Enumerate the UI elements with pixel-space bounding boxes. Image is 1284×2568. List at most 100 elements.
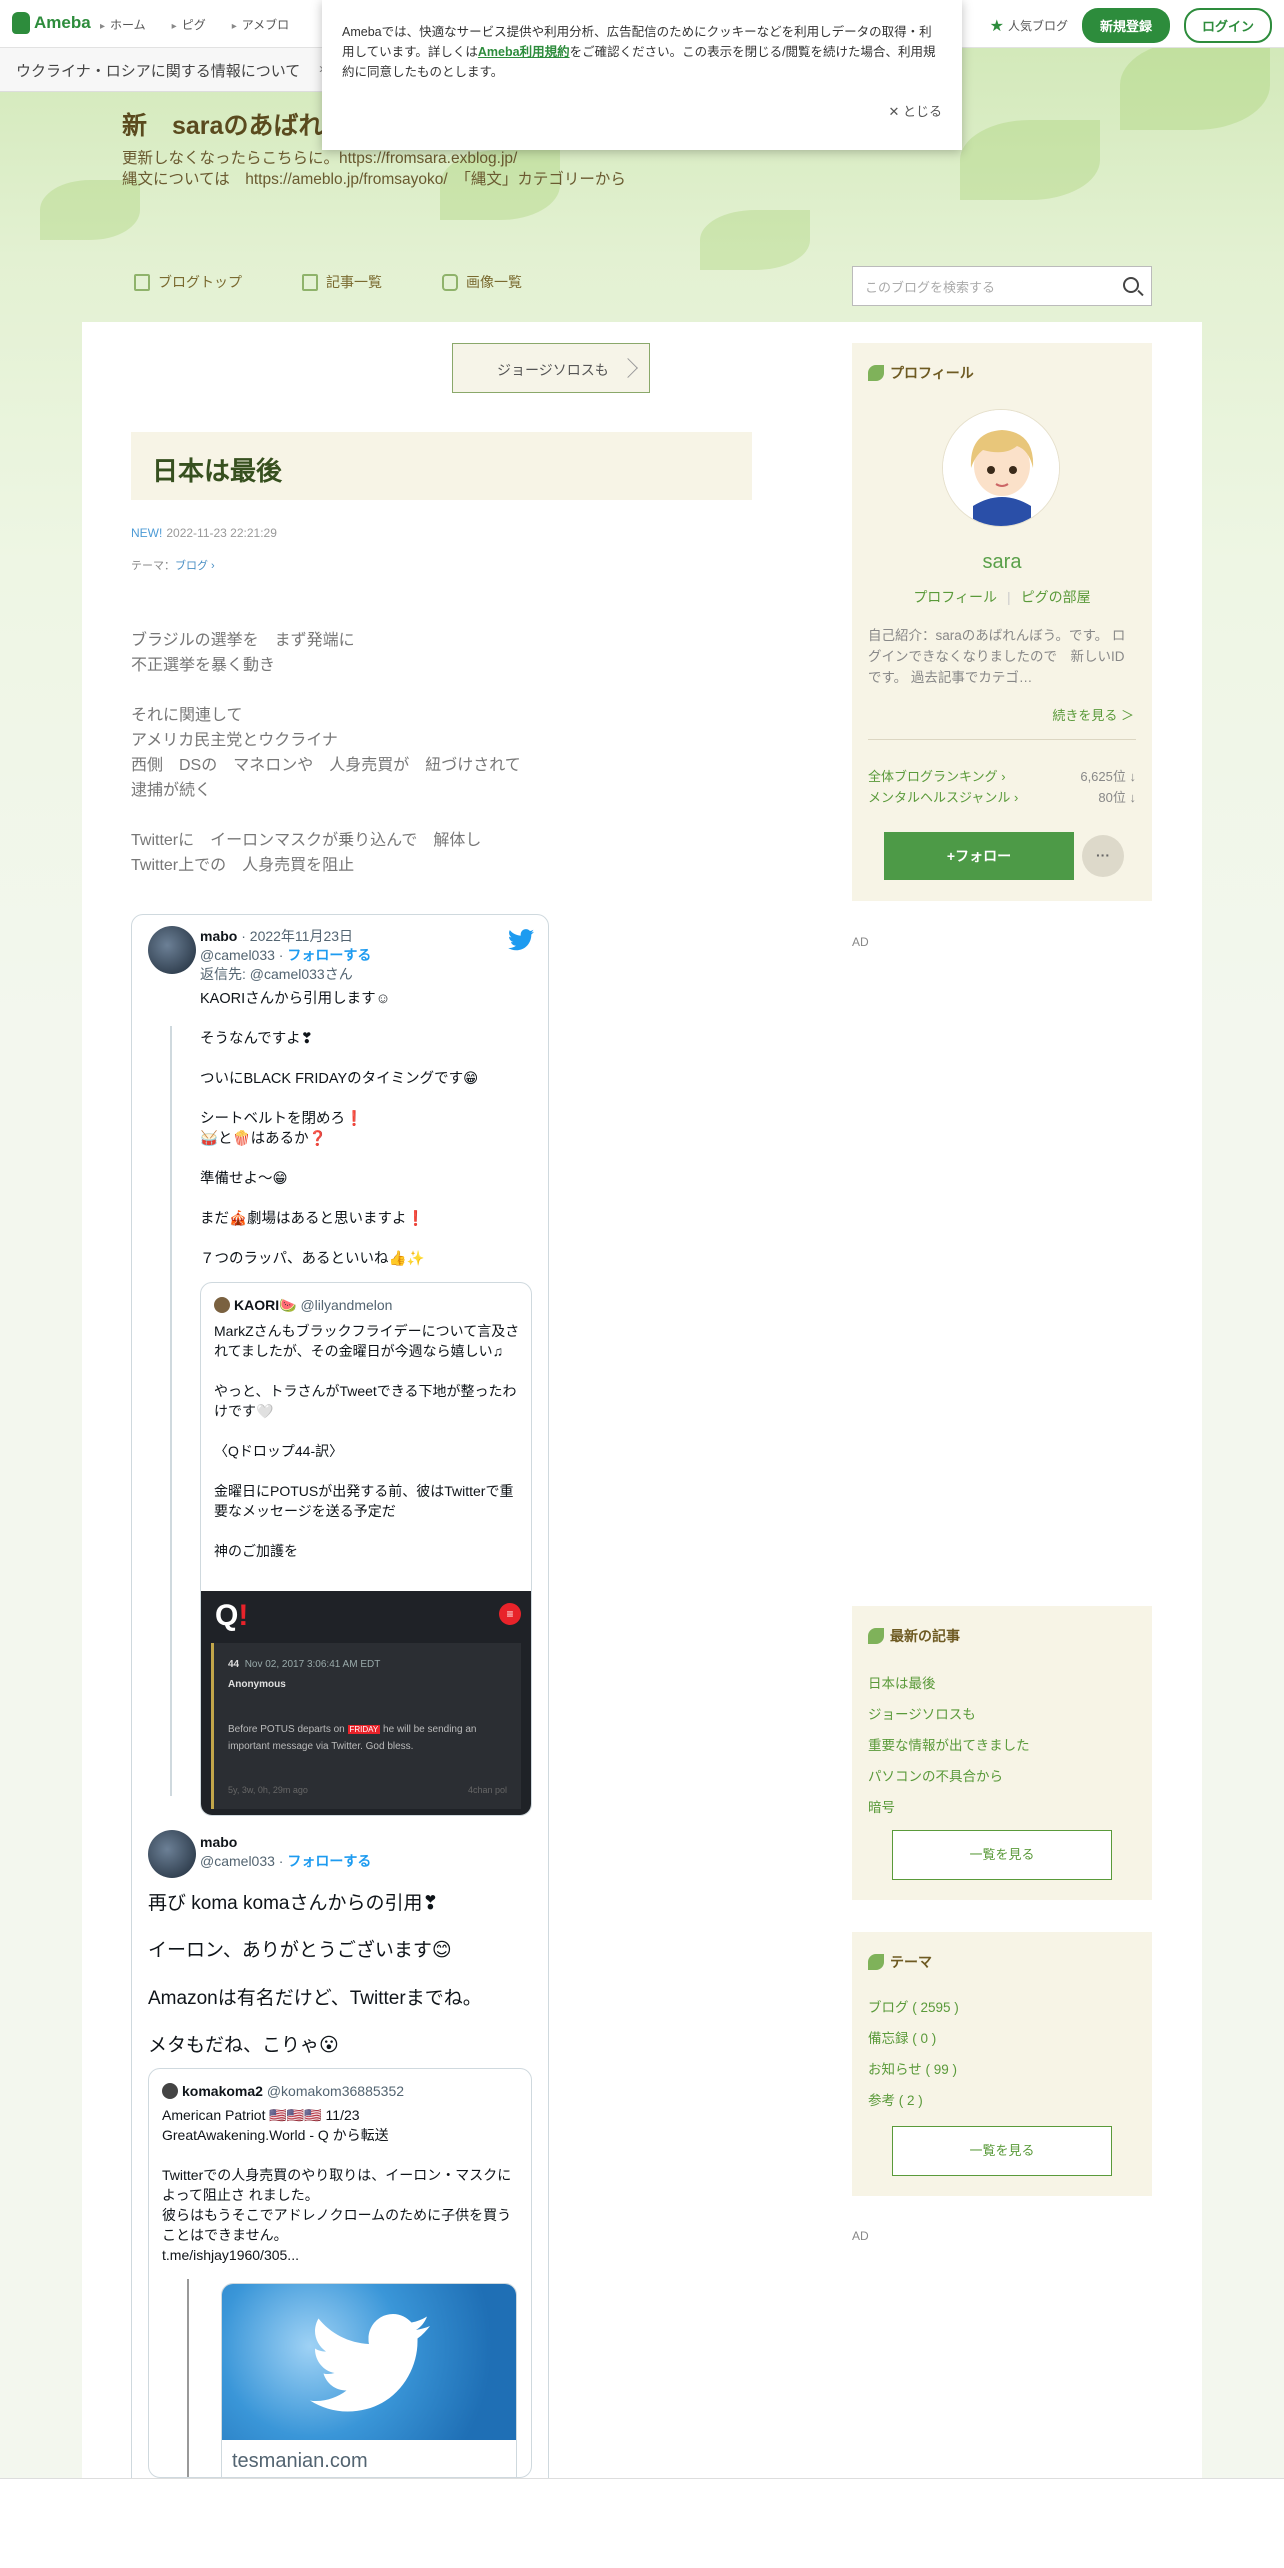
nav-blog-top[interactable]: ブログトップ: [134, 272, 242, 292]
article-meta: NEW! 2022-11-23 22:21:29: [131, 526, 277, 540]
quote1-text: MarkZさんもブラックフライデーについて言及されてましたが、その金曜日が今週な…: [214, 1323, 520, 1559]
ameba-logo[interactable]: Ameba: [12, 12, 91, 34]
recent-item[interactable]: 日本は最後: [868, 1668, 1030, 1699]
quoted-tweet-komakoma[interactable]: komakoma2 @komakom36885352 American Patr…: [148, 2068, 532, 2478]
leaf-icon: [868, 365, 884, 381]
leaf-icon: [868, 1954, 884, 1970]
theme-item[interactable]: お知らせ ( 99 ): [868, 2054, 959, 2085]
camera-icon: [442, 273, 458, 291]
qdrop-screenshot-image[interactable]: Q! ≡ 44 Nov 02, 2017 3:06:41 AM EDT Anon…: [201, 1591, 531, 1815]
tweet2-line: Amazonは有名だけど、Twitterまでね。: [148, 1988, 482, 2009]
search-icon[interactable]: [1123, 277, 1139, 293]
themes-widget: テーマ ブログ ( 2595 ) 備忘録 ( 0 ) お知らせ ( 99 ) 参…: [852, 1932, 1152, 2196]
komakoma-avatar: [162, 2083, 178, 2099]
profile-widget: プロフィール sara プロフィール | ピグの部屋 自己紹介：saraのあばれんぼ…: [852, 343, 1152, 901]
profile-intro: 自己紹介：saraのあばれんぼう。です。 ログインできなくなりましたので 新しい…: [868, 628, 1126, 685]
profile-links: プロフィール | ピグの部屋: [913, 589, 1091, 605]
ad-label: AD: [852, 2229, 869, 2243]
close-button[interactable]: ✕ とじる: [888, 102, 942, 122]
prev-article-button[interactable]: ジョージソロスも: [452, 343, 650, 393]
tweet2-line: イーロン、ありがとうございます😊: [148, 1940, 452, 1961]
nav-image-list[interactable]: 画像一覧: [442, 272, 522, 292]
article-date: 2022-11-23 22:21:29: [166, 526, 277, 540]
theme-item[interactable]: ブログ ( 2595 ): [868, 1992, 959, 2023]
thread-line: [170, 1026, 172, 1796]
tweet1-author-name[interactable]: mabo: [200, 928, 237, 944]
recent-header: 最新の記事: [868, 1626, 960, 1646]
document-icon: [134, 273, 150, 291]
popular-blog-link[interactable]: ★ 人気ブログ: [990, 16, 1068, 36]
recent-list: 日本は最後 ジョージソロスも 重要な情報が出てきました パソコンの不具合から 暗…: [868, 1668, 1030, 1823]
quoted-tweet-kaori[interactable]: KAORI🍉 @lilyandmelon MarkZさんもブラックフライデーにつ…: [200, 1282, 532, 1816]
blog-description: 更新しなくなったらこちらに。https://fromsara.exblog.jp…: [122, 150, 626, 188]
nav-article-list[interactable]: 記事一覧: [302, 272, 382, 292]
theme-item[interactable]: 参考 ( 2 ): [868, 2085, 959, 2116]
read-more-link[interactable]: 続きを見る ＞: [1052, 705, 1134, 724]
nav-home[interactable]: ホーム: [100, 16, 146, 33]
login-button[interactable]: ログイン: [1183, 8, 1272, 43]
recent-item[interactable]: ジョージソロスも: [868, 1699, 1030, 1730]
quote2-header: komakoma2 @komakom36885352: [162, 2083, 404, 2099]
star-icon: ★: [989, 17, 1004, 35]
tweet2-line: メタもだね、こりゃ😮: [148, 2035, 339, 2056]
tweet1-follow-link[interactable]: フォローする: [287, 947, 371, 963]
tweet2-line: 再び koma komaさんからの引用❣: [148, 1893, 439, 1914]
article-title[interactable]: 日本は最後: [131, 432, 752, 500]
recent-item[interactable]: 重要な情報が出てきました: [868, 1730, 1030, 1761]
overall-ranking[interactable]: 全体ブログランキング › 6,625位 ↓: [868, 766, 1136, 785]
quote2-text: American Patriot 🇺🇸🇺🇸🇺🇸 11/23 GreatAwake…: [162, 2107, 512, 2263]
recent-item[interactable]: 暗号: [868, 1792, 1030, 1823]
tweet2-author-name[interactable]: mabo: [200, 1834, 237, 1850]
leaf-decoration: [1120, 40, 1270, 130]
global-nav: ホーム ピグ アメブロ: [100, 16, 289, 33]
genre-ranking[interactable]: メンタルヘルスジャンル › 80位 ↓: [868, 787, 1136, 806]
menu-icon: ≡: [499, 1603, 521, 1625]
global-actions: ★ 人気ブログ 新規登録 ログイン: [990, 8, 1272, 43]
themes-list: ブログ ( 2595 ) 備忘録 ( 0 ) お知らせ ( 99 ) 参考 ( …: [868, 1992, 959, 2116]
twitter-card-image: [222, 2284, 516, 2440]
card-domain: tesmanian.com: [232, 2450, 368, 2472]
recent-item[interactable]: パソコンの不具合から: [868, 1761, 1030, 1792]
profile-avatar[interactable]: [942, 409, 1060, 527]
qdrop-post: 44 Nov 02, 2017 3:06:41 AM EDT Anonymous…: [211, 1643, 521, 1809]
follow-button[interactable]: +フォロー: [884, 832, 1074, 880]
new-badge: NEW!: [131, 526, 163, 540]
nested-quote-line: [187, 2279, 189, 2477]
profile-link[interactable]: プロフィール: [913, 589, 997, 605]
kaori-avatar: [214, 1297, 230, 1313]
bottom-bar: [0, 2478, 1284, 2568]
themes-header: テーマ: [868, 1952, 932, 1972]
mabo-avatar[interactable]: [148, 1830, 196, 1878]
profile-header: プロフィール: [868, 363, 974, 383]
blog-search-input[interactable]: このブログを検索する: [852, 266, 1152, 306]
theme-item[interactable]: 備忘録 ( 0 ): [868, 2023, 959, 2054]
mabo-avatar[interactable]: [148, 926, 196, 974]
recent-articles-widget: 最新の記事 日本は最後 ジョージソロスも 重要な情報が出てきました パソコンの不…: [852, 1606, 1152, 1900]
register-button[interactable]: 新規登録: [1081, 8, 1170, 43]
blog-nav: ブログトップ 記事一覧 画像一覧: [134, 272, 522, 292]
leaf-decoration: [960, 120, 1100, 200]
ukraine-notice-bar[interactable]: ウクライナ・ロシアに関する情報について›: [0, 48, 340, 92]
themes-see-all-button[interactable]: 一覧を見る: [892, 2126, 1112, 2176]
leaf-icon: [868, 1628, 884, 1644]
tweet2-follow-link[interactable]: フォローする: [287, 1853, 371, 1869]
profile-name[interactable]: sara: [852, 551, 1152, 574]
avatar-illustration: [943, 410, 1059, 526]
article-theme: テーマ：ブログ ›: [131, 560, 215, 572]
nav-pigg[interactable]: ピグ: [172, 16, 206, 33]
twitter-bird-icon[interactable]: [508, 929, 534, 951]
theme-link[interactable]: ブログ ›: [175, 560, 215, 572]
terms-link[interactable]: Ameba利用規約: [478, 45, 570, 59]
cookie-consent-banner: Amebaでは、快適なサービス提供や利用分析、広告配信のためにクッキーなどを利用…: [322, 0, 962, 150]
nav-ameblo[interactable]: アメブロ: [232, 16, 289, 33]
twitter-bird-icon: [310, 2314, 430, 2412]
quote1-header: KAORI🍉 @lilyandmelon: [214, 1297, 392, 1314]
pigg-room-link[interactable]: ピグの部屋: [1021, 589, 1091, 605]
ad-label: AD: [852, 935, 869, 949]
leaf-decoration: [700, 210, 810, 270]
ameba-mascot-icon: [12, 12, 30, 34]
more-options-button[interactable]: ···: [1082, 835, 1124, 877]
recent-see-all-button[interactable]: 一覧を見る: [892, 1830, 1112, 1880]
tweet1-header: mabo · 2022年11月23日 @camel033 · フォローする 返信…: [200, 928, 372, 982]
link-card-tesmanian[interactable]: tesmanian.com: [221, 2283, 517, 2477]
